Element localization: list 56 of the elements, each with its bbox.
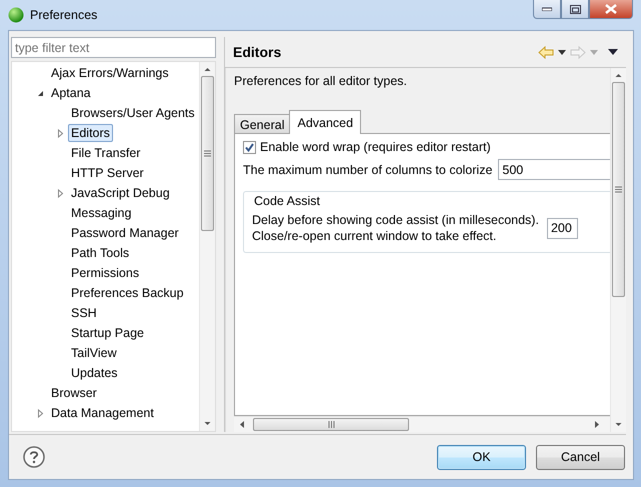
dropdown-icon[interactable]: [558, 50, 566, 54]
scrollbar[interactable]: [234, 416, 610, 432]
tree-item[interactable]: Ajax Errors/Warnings: [48, 64, 172, 82]
scroll-left-icon[interactable]: [239, 421, 245, 428]
maximize-button[interactable]: [561, 0, 589, 19]
filter-field[interactable]: type filter text: [11, 37, 216, 58]
collapsed-arrow-icon[interactable]: [36, 408, 45, 418]
field-label: The maximum number of columns to colorize: [243, 162, 492, 176]
minimize-button[interactable]: [533, 0, 561, 19]
close-button[interactable]: [589, 0, 633, 19]
tree-item[interactable]: Path Tools: [68, 244, 132, 262]
window-title: Preferences: [30, 8, 98, 22]
tree-item[interactable]: Browser: [48, 384, 100, 402]
menu-icon[interactable]: [608, 49, 618, 55]
tree-item[interactable]: SSH: [68, 304, 100, 322]
tree-item[interactable]: TailView: [68, 344, 120, 362]
tree-item[interactable]: Preferences Backup: [68, 284, 187, 302]
checkbox[interactable]: [243, 140, 256, 154]
collapsed-arrow-icon[interactable]: [56, 128, 65, 138]
tree-item[interactable]: Password Manager: [68, 224, 182, 242]
cancel-button[interactable]: Cancel: [536, 444, 625, 470]
tree-item[interactable]: Permissions: [68, 264, 142, 282]
expanded-arrow-icon[interactable]: [36, 88, 45, 98]
tree-item[interactable]: Messaging: [68, 204, 134, 222]
page-description: Preferences for all editor types.: [234, 74, 408, 90]
tree-item[interactable]: Aptana: [48, 84, 94, 102]
tree-item[interactable]: Browsers/User Agents: [68, 104, 198, 122]
input-field[interactable]: 200: [546, 218, 578, 238]
page-title: Editors: [233, 44, 282, 60]
field-label: Close/re-open current window to take effect.: [252, 228, 498, 244]
grip-icon: [615, 186, 622, 193]
scroll-right-icon[interactable]: [594, 421, 600, 428]
tree-item[interactable]: HTTP Server: [68, 164, 147, 182]
tab[interactable]: General: [234, 114, 290, 134]
minimize-icon: [542, 7, 552, 11]
grip-icon: [204, 150, 211, 157]
tab[interactable]: Advanced: [289, 110, 362, 134]
app-icon: [8, 7, 24, 23]
field-label: Delay before showing code assist (in milleseconds).: [252, 212, 539, 228]
collapsed-arrow-icon[interactable]: [56, 188, 65, 198]
tree-item[interactable]: Updates: [68, 364, 121, 382]
scrollbar[interactable]: [199, 62, 215, 431]
input-field[interactable]: 500: [498, 159, 610, 180]
tree-item[interactable]: File Transfer: [68, 144, 144, 162]
close-icon: [605, 4, 617, 14]
scrollbar[interactable]: [610, 68, 626, 432]
tree-item[interactable]: Editors: [68, 124, 113, 142]
maximize-icon: [570, 4, 580, 14]
group-title: Code Assist: [252, 194, 322, 208]
tree-item[interactable]: Data Management: [48, 404, 157, 422]
checkbox-label: Enable word wrap (requires editor restart): [260, 140, 491, 154]
help-icon[interactable]: [23, 446, 45, 468]
tree-item[interactable]: JavaScript Debug: [68, 184, 173, 202]
ok-button[interactable]: OK: [437, 444, 526, 470]
tree-item[interactable]: Startup Page: [68, 324, 147, 342]
grip-icon: [328, 421, 334, 428]
